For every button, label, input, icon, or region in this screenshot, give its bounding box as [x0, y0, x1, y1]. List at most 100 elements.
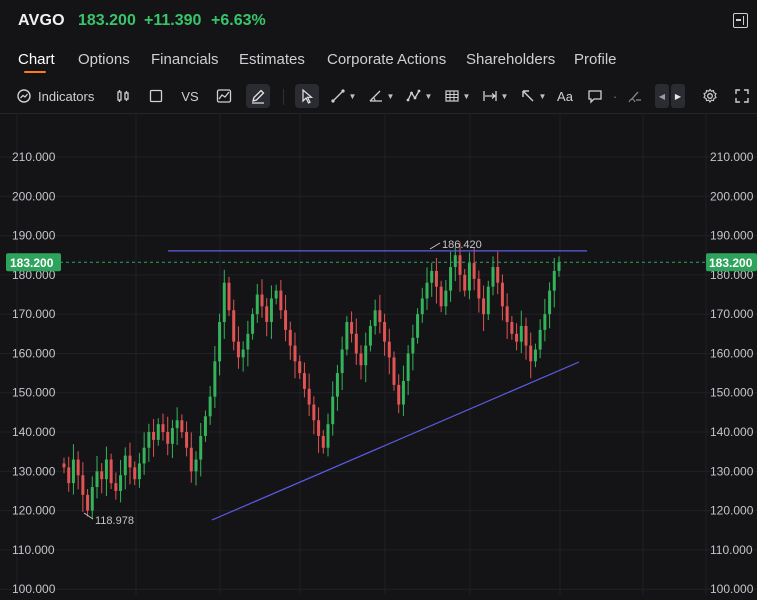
settings-gear-icon[interactable] [700, 84, 720, 108]
fullscreen-icon[interactable] [732, 84, 752, 108]
toolbar-divider [283, 89, 284, 105]
text-tool[interactable]: Aa [554, 84, 576, 108]
eraser-icon[interactable] [625, 84, 645, 108]
candle-body [213, 361, 217, 397]
last-price-tag-right-label: 183.200 [709, 256, 753, 270]
draw-pen-icon[interactable] [246, 84, 270, 108]
candle-body [538, 329, 542, 350]
tab-corporate-actions[interactable]: Corporate Actions [327, 51, 446, 68]
candle-body [383, 322, 387, 342]
candle-body [378, 310, 382, 323]
candle-body [519, 325, 523, 342]
candle-body [515, 333, 519, 342]
active-tab-indicator [24, 71, 46, 73]
y-axis-tick-label-right: 160.000 [710, 346, 754, 360]
candle-body [397, 384, 401, 405]
candle-body [477, 278, 481, 299]
y-axis-tick-label-left: 100.000 [12, 582, 56, 595]
compare-vs[interactable]: VS [178, 84, 202, 108]
y-axis-tick-label-right: 110.000 [710, 543, 753, 557]
candle-body [500, 282, 504, 307]
price-change-percent: +6.63% [211, 12, 266, 29]
tab-profile[interactable]: Profile [574, 51, 617, 68]
candle-body [76, 459, 80, 476]
low-annotation-leader [83, 512, 94, 520]
candle-body [486, 286, 490, 315]
candle-body [156, 424, 160, 440]
angle-line-icon[interactable]: ▼ [366, 84, 396, 108]
candle-body [482, 298, 486, 315]
indicators-button[interactable]: Indicators [16, 84, 96, 108]
candle-body [137, 463, 141, 480]
y-axis-tick-label-right: 210.000 [710, 150, 754, 164]
candle-body [458, 255, 462, 275]
candle-body [279, 290, 283, 311]
candle-body [449, 267, 453, 291]
dot-separator-icon: · [612, 88, 618, 104]
candle-body [359, 353, 363, 366]
scroll-right-icon[interactable]: ▶ [671, 84, 685, 108]
support-trendline [211, 361, 580, 521]
ticker-symbol: AVGO [18, 12, 65, 29]
candle-body [288, 329, 292, 346]
tab-options[interactable]: Options [78, 51, 130, 68]
tab-chart[interactable]: Chart [18, 51, 55, 68]
candle-body [401, 380, 405, 405]
tab-estimates[interactable]: Estimates [239, 51, 305, 68]
candle-body [552, 270, 556, 291]
candle-body [166, 432, 170, 444]
pattern-icon[interactable]: ▼ [404, 84, 434, 108]
y-axis-tick-label-right: 100.000 [710, 582, 754, 595]
cursor-arrow-icon[interactable] [295, 84, 319, 108]
candle-body [119, 475, 123, 491]
tab-financials[interactable]: Financials [151, 51, 219, 68]
candle-body [420, 298, 424, 315]
scroll-left-icon[interactable]: ◀ [655, 84, 669, 108]
comment-icon[interactable] [585, 84, 605, 108]
candle-body [71, 459, 75, 484]
candle-body [175, 420, 179, 429]
fib-grid-icon[interactable]: ▼ [442, 84, 472, 108]
y-axis-tick-label-left: 200.000 [12, 189, 56, 203]
candle-body [218, 322, 222, 362]
indicators-icon [16, 88, 32, 104]
candle-body [364, 345, 368, 366]
candle-body [312, 404, 316, 421]
candle-body [241, 349, 245, 358]
candle-body [246, 333, 250, 350]
candle-body [284, 310, 288, 330]
measure-icon[interactable]: ▼ [480, 84, 510, 108]
candle-body [255, 294, 259, 315]
collapse-panel-icon[interactable] [733, 13, 748, 28]
price-chart[interactable]: 210.000 210.000 200.000 200.000 190.000 190.0… [0, 114, 757, 596]
candle-body [81, 475, 85, 495]
y-axis-tick-label-left: 210.000 [12, 150, 56, 164]
candle-body [350, 322, 354, 334]
last-price: 183.200 [78, 12, 136, 29]
square-icon[interactable] [145, 84, 167, 108]
y-axis-tick-label-left: 130.000 [12, 464, 56, 478]
arrow-tool-icon[interactable]: ▼ [518, 84, 548, 108]
candle-body [251, 314, 255, 334]
quote-header: AVGO 183.200 +11.390 +6.63% [0, 0, 757, 42]
y-axis-tick-label-right: 150.000 [710, 386, 754, 400]
candle-body [321, 435, 325, 448]
candlestick-icon[interactable] [112, 84, 134, 108]
price-chart-canvas[interactable]: 210.000 210.000 200.000 200.000 190.000 190.0… [0, 114, 757, 596]
trend-line-icon[interactable]: ▼ [328, 84, 358, 108]
candle-body [100, 471, 104, 480]
candle-body [302, 373, 306, 389]
candle-body [142, 447, 146, 464]
low-annotation-label: 118.978 [95, 515, 134, 527]
area-chart-icon[interactable] [213, 84, 235, 108]
price-change: +11.390 [144, 12, 202, 29]
candle-body [232, 310, 236, 342]
candle-body [189, 447, 193, 472]
y-axis-tick-label-right: 140.000 [710, 425, 754, 439]
candle-body [345, 322, 349, 350]
y-axis-tick-label-left: 160.000 [12, 346, 56, 360]
tab-shareholders[interactable]: Shareholders [466, 51, 555, 68]
candle-body [67, 467, 71, 484]
candle-body [95, 471, 99, 488]
candle-body [265, 306, 269, 323]
